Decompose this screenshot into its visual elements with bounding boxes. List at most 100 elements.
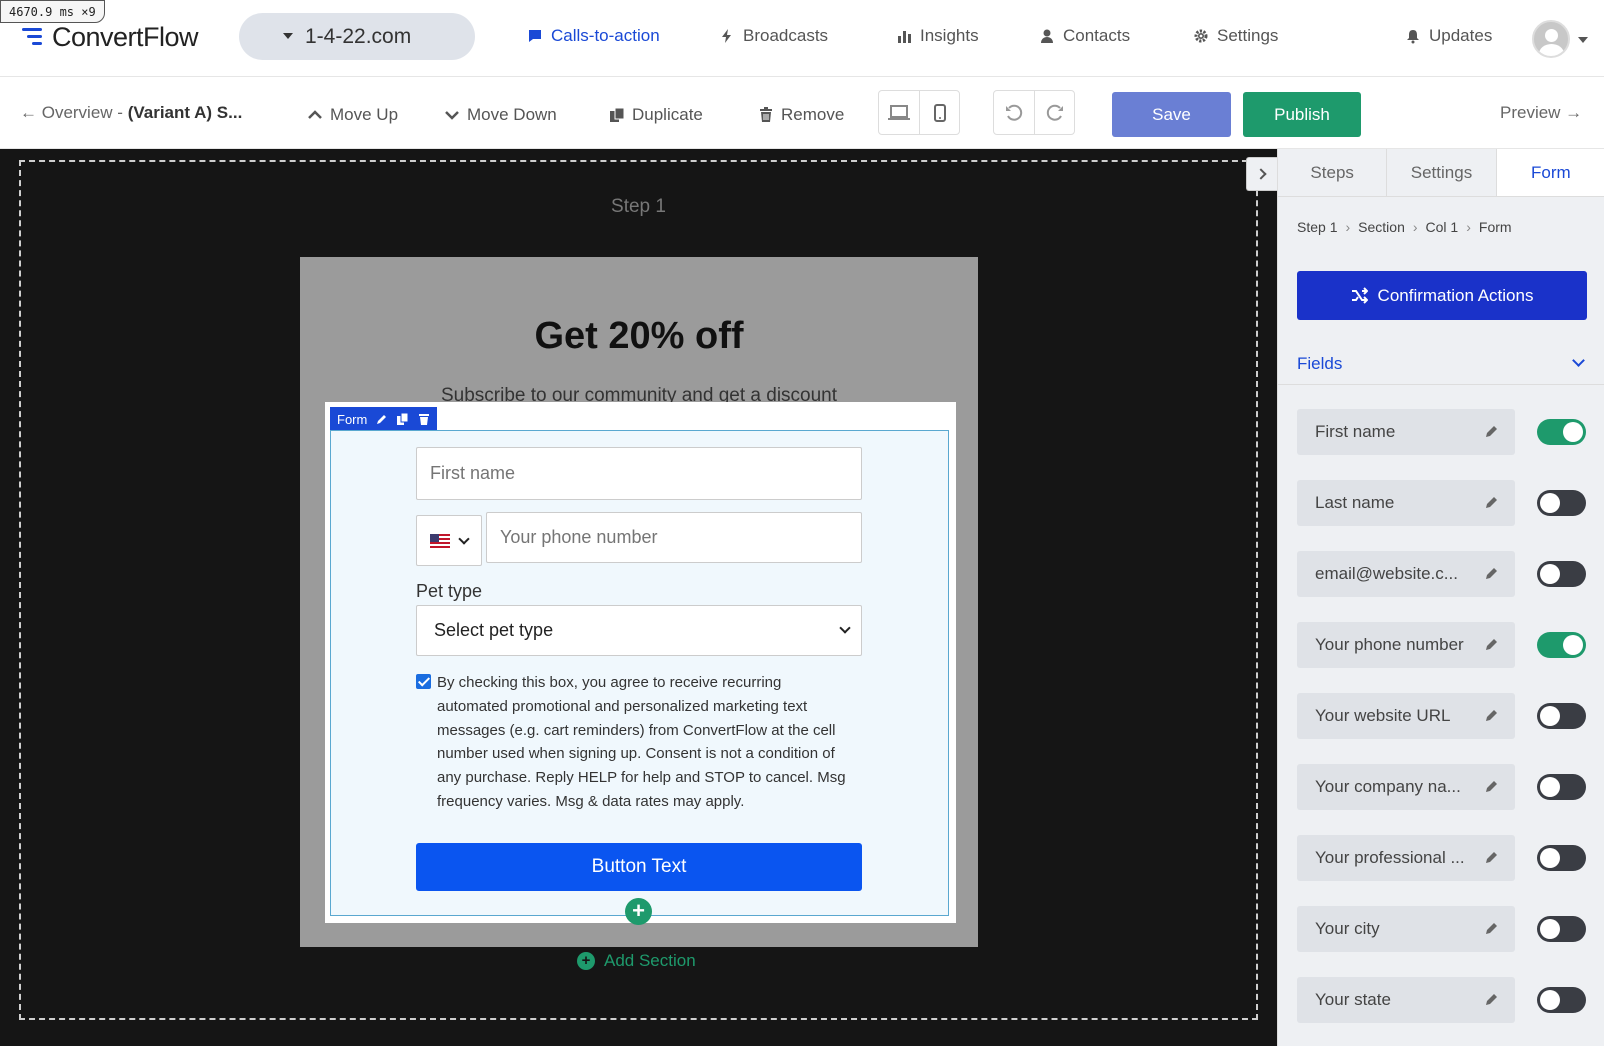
undo-button[interactable] [994, 91, 1034, 134]
redo-button[interactable] [1034, 91, 1074, 134]
form-element[interactable]: Form Pet type Select pet type [325, 402, 956, 923]
field-toggle[interactable] [1537, 419, 1586, 445]
pet-type-select[interactable]: Select pet type [416, 605, 862, 656]
breadcrumb-step[interactable]: Step 1 [1297, 219, 1337, 235]
back-to-overview-link[interactable]: ← Overview - (Variant A) S... [20, 103, 242, 123]
breadcrumb-section[interactable]: Section [1358, 219, 1405, 235]
bar-chart-icon [898, 31, 911, 43]
nav-settings[interactable]: Settings [1193, 26, 1278, 46]
field-toggle[interactable] [1537, 774, 1586, 800]
phone-number-input[interactable] [486, 512, 862, 563]
form-tag-label: Form [337, 411, 368, 427]
country-code-select[interactable] [416, 515, 482, 566]
device-toggle [878, 90, 960, 135]
breadcrumb-form[interactable]: Form [1479, 219, 1512, 235]
nav-label: Contacts [1063, 26, 1131, 45]
pencil-icon[interactable] [1485, 708, 1499, 722]
desktop-view-button[interactable] [879, 91, 919, 134]
field-toggle[interactable] [1537, 490, 1586, 516]
field-toggle[interactable] [1537, 987, 1586, 1013]
bolt-icon [722, 29, 731, 43]
save-button[interactable]: Save [1112, 92, 1231, 137]
domain-selector[interactable]: 1-4-22.com [239, 13, 475, 60]
field-pill[interactable]: Your company na... [1297, 764, 1515, 810]
pet-type-selected: Select pet type [434, 620, 554, 640]
field-pill[interactable]: First name [1297, 409, 1515, 455]
pencil-icon[interactable] [1485, 992, 1499, 1006]
form-body: Pet type Select pet type By checking thi… [330, 430, 949, 916]
field-pill[interactable]: Last name [1297, 480, 1515, 526]
nav-label: Broadcasts [743, 26, 829, 45]
move-up-button[interactable]: Move Up [307, 105, 398, 125]
field-pill[interactable]: Your city [1297, 906, 1515, 952]
pencil-icon[interactable] [1485, 779, 1499, 793]
history-toggle [993, 90, 1075, 135]
nav-contacts[interactable]: Contacts [1039, 26, 1130, 46]
nav-label: Settings [1217, 26, 1279, 45]
editor-toolbar: ← Overview - (Variant A) S... Move Up Mo… [0, 77, 1604, 149]
field-row-email: email@website.c... [1297, 551, 1587, 597]
field-toggle[interactable] [1537, 632, 1586, 658]
breadcrumb-column[interactable]: Col 1 [1426, 219, 1459, 235]
tab-steps[interactable]: Steps [1278, 149, 1388, 196]
copy-icon [610, 107, 625, 122]
first-name-input[interactable] [416, 447, 862, 500]
popup-preview[interactable]: Get 20% off Subscribe to our community a… [300, 257, 978, 947]
move-down-button[interactable]: Move Down [444, 105, 557, 125]
nav-insights[interactable]: Insights [896, 26, 979, 46]
pencil-icon[interactable] [1485, 850, 1499, 864]
remove-button[interactable]: Remove [758, 105, 844, 125]
nav-calls-to-action[interactable]: Calls-to-action [527, 26, 660, 46]
pencil-icon[interactable] [1485, 566, 1499, 580]
add-section-button[interactable]: + Add Section [577, 951, 696, 971]
chevron-up-icon [308, 110, 322, 119]
caret-down-icon[interactable] [1578, 37, 1588, 43]
pencil-icon[interactable] [1485, 921, 1499, 935]
pencil-icon[interactable] [1485, 637, 1499, 651]
preview-link[interactable]: Preview → [1500, 103, 1582, 123]
move-up-label: Move Up [330, 105, 399, 124]
tab-form[interactable]: Form [1496, 149, 1604, 196]
add-element-plus-icon[interactable]: + [625, 898, 652, 925]
pencil-icon[interactable] [1485, 424, 1499, 438]
trash-icon[interactable] [418, 413, 430, 425]
mobile-view-button[interactable] [919, 91, 959, 134]
pencil-icon[interactable] [1485, 495, 1499, 509]
tab-settings[interactable]: Settings [1387, 149, 1497, 196]
field-pill[interactable]: email@website.c... [1297, 551, 1515, 597]
chevron-down-icon [839, 622, 851, 634]
copy-icon[interactable] [397, 413, 409, 425]
shuffle-icon [1351, 287, 1368, 304]
field-label: email@website.c... [1315, 564, 1458, 583]
nav-updates[interactable]: Updates [1405, 26, 1492, 46]
field-toggle[interactable] [1537, 845, 1586, 871]
confirmation-actions-button[interactable]: Confirmation Actions [1297, 271, 1587, 320]
field-toggle[interactable] [1537, 703, 1586, 729]
field-pill[interactable]: Your state [1297, 977, 1515, 1023]
field-pill[interactable]: Your professional ... [1297, 835, 1515, 881]
collapse-panel-button[interactable] [1246, 157, 1277, 191]
nav-label: Updates [1429, 26, 1493, 45]
undo-icon [1006, 104, 1023, 121]
panel-tabs: Steps Settings Form [1278, 149, 1604, 197]
us-flag-icon [430, 533, 450, 548]
user-avatar[interactable] [1532, 20, 1570, 58]
convertflow-logo[interactable]: ConvertFlow [22, 20, 199, 54]
field-toggle[interactable] [1537, 916, 1586, 942]
duplicate-button[interactable]: Duplicate [609, 105, 703, 125]
publish-button[interactable]: Publish [1243, 92, 1361, 137]
popup-headline[interactable]: Get 20% off [300, 315, 978, 358]
field-row-company: Your company na... [1297, 764, 1587, 810]
form-submit-button[interactable]: Button Text [416, 843, 862, 891]
logo-mark-icon [22, 26, 46, 48]
pencil-icon[interactable] [376, 413, 388, 425]
nav-broadcasts[interactable]: Broadcasts [719, 26, 828, 46]
consent-checkbox[interactable] [416, 674, 431, 689]
fields-section-toggle[interactable]: Fields [1297, 354, 1587, 374]
mobile-icon [933, 103, 946, 122]
field-pill[interactable]: Your phone number [1297, 622, 1515, 668]
field-toggle[interactable] [1537, 561, 1586, 587]
field-row-last-name: Last name [1297, 480, 1587, 526]
field-pill[interactable]: Your website URL [1297, 693, 1515, 739]
properties-panel: Steps Settings Form Step 1 › Section › C… [1277, 149, 1604, 1046]
